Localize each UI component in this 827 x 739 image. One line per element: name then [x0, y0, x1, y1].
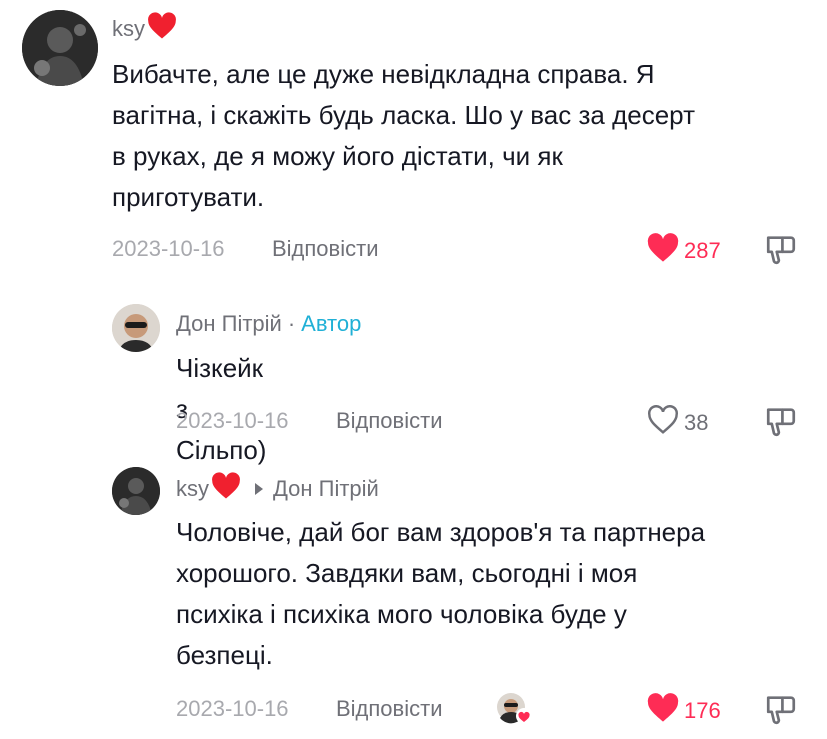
dislike-button[interactable] [764, 692, 798, 731]
heart-icon [646, 693, 680, 729]
comment-date: 2023-10-16 [112, 236, 225, 261]
reply-button[interactable]: Відповісти [336, 408, 443, 434]
avatar[interactable] [112, 467, 160, 515]
dislike-button[interactable] [764, 232, 798, 271]
author-name: Дон Пітрій [176, 311, 282, 336]
comment-text-line: Вибачте, але це дуже невідкладна справа.… [112, 59, 655, 89]
comment-text: Вибачте, але це дуже невідкладна справа.… [112, 54, 812, 218]
name-separator: · [287, 311, 296, 336]
comment-text-line: безпеці. [176, 640, 273, 670]
comment-text-line: приготувати. [112, 182, 265, 212]
comment-author[interactable]: ksy Дон Пітрій [176, 472, 379, 506]
comment-date: 2023-10-16 [176, 408, 289, 433]
like-count: 176 [684, 698, 721, 723]
comment-text-line: вагітна, і скажіть будь ласка. Шо у вас … [112, 100, 695, 130]
thumbs-down-icon [764, 408, 798, 442]
comment-author[interactable]: ksy [112, 12, 177, 46]
comment-date: 2023-10-16 [176, 696, 289, 721]
red-heart-emoji-icon [211, 472, 241, 506]
thumbs-down-icon [764, 236, 798, 270]
comment-text: Чоловіче, дай бог вам здоров'я та партне… [176, 512, 816, 676]
avatar[interactable] [112, 304, 160, 352]
creator-liked-avatar [496, 692, 532, 724]
avatar[interactable] [22, 10, 98, 86]
comment-text-line: в руках, де я можу його дістати, чи як [112, 141, 563, 171]
heart-icon [646, 233, 680, 269]
comment-text-line: хорошого. Завдяки вам, сьогодні і моя [176, 558, 638, 588]
author-name: ksy [112, 16, 145, 41]
thumbs-down-icon [764, 696, 798, 730]
like-count: 38 [684, 410, 709, 435]
heart-icon [646, 405, 680, 441]
comment-text-line: Чоловіче, дай бог вам здоров'я та партне… [176, 517, 706, 547]
reply-button[interactable]: Відповісти [272, 236, 379, 262]
reply-to-name[interactable]: Дон Пітрій [273, 476, 379, 502]
comment-text-line: психіка і психіка мого чоловіка буде у [176, 599, 627, 629]
dislike-button[interactable] [764, 404, 798, 443]
reply-button[interactable]: Відповісти [336, 696, 443, 722]
like-button[interactable]: 287 [646, 233, 721, 269]
author-name: ksy [176, 476, 209, 501]
comment-author[interactable]: Дон Пітрій · Автор [176, 311, 361, 337]
creator-badge: Автор [301, 311, 362, 336]
red-heart-emoji-icon [147, 12, 177, 46]
like-button[interactable]: 176 [646, 693, 721, 729]
like-button[interactable]: 38 [646, 405, 708, 441]
like-count: 287 [684, 238, 721, 263]
triangle-right-icon [255, 483, 263, 495]
